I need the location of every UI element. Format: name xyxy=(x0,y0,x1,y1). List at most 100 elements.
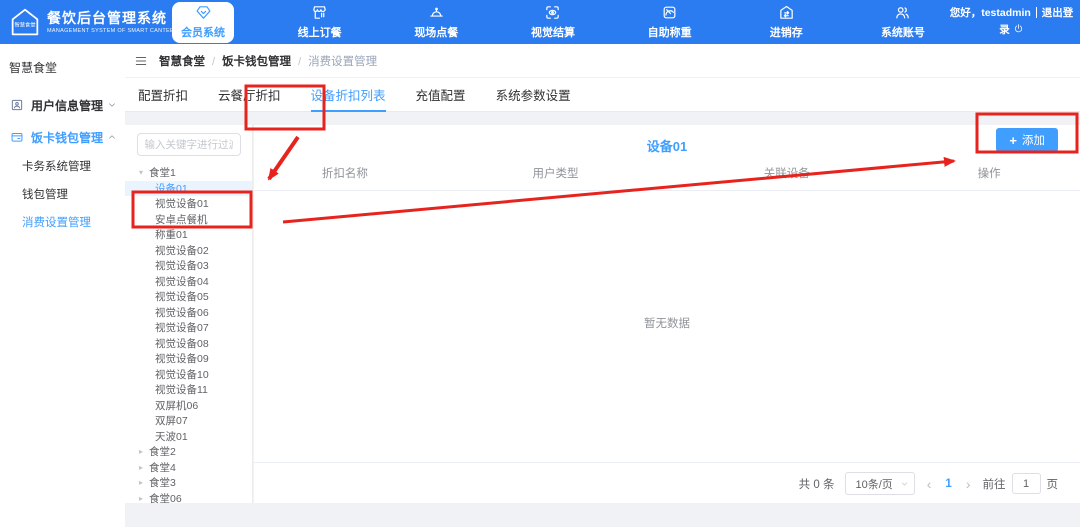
current-page-number[interactable]: 1 xyxy=(943,478,953,490)
nav-item-vision-checkout[interactable]: 视觉结算 xyxy=(522,0,584,44)
plus-icon: + xyxy=(1009,134,1017,147)
tab-config-discount[interactable]: 配置折扣 xyxy=(138,78,188,111)
nav-item-onsite-ordering[interactable]: 现场点餐 xyxy=(405,0,467,44)
tree-node[interactable]: ▸食堂4 xyxy=(125,460,252,476)
prev-page-button[interactable]: ‹ xyxy=(926,477,933,491)
chevron-down-icon xyxy=(900,479,909,488)
breadcrumb-bar: 智慧食堂 / 饭卡钱包管理 / 消费设置管理 xyxy=(125,44,1080,78)
caret-right-icon[interactable]: ▸ xyxy=(139,494,149,503)
tree-node[interactable]: 视觉设备06 xyxy=(125,305,252,321)
tree-node[interactable]: 称重01 xyxy=(125,227,252,243)
dining-icon xyxy=(428,4,445,21)
svg-text:智慧食堂: 智慧食堂 xyxy=(14,20,35,28)
tree-node[interactable]: 视觉设备09 xyxy=(125,351,252,367)
table-header-cell: 操作 xyxy=(898,165,1080,181)
main-panel: 设备01 + 添加 折扣名称用户类型关联设备操作 暂无数据 共 0 条 10条/… xyxy=(254,125,1080,503)
page-title: 设备01 xyxy=(254,136,1080,155)
account-icon xyxy=(894,4,911,21)
device-tree-panel: ▾食堂1 设备01 视觉设备01 安卓点餐机 称重01 视觉设备02 视觉设备0… xyxy=(125,125,253,503)
tree-node[interactable]: 视觉设备05 xyxy=(125,289,252,305)
tree-node[interactable]: ▸食堂2 xyxy=(125,444,252,460)
caret-down-icon[interactable]: ▾ xyxy=(139,168,149,177)
nav-item-member-system[interactable]: 会员系统 xyxy=(172,2,234,43)
user-info-icon xyxy=(10,98,24,112)
nav-item-system-account[interactable]: 系统账号 xyxy=(872,0,934,44)
tab-recharge-config[interactable]: 充值配置 xyxy=(416,78,466,111)
tree-filter-input[interactable] xyxy=(137,133,241,156)
goto-page-input[interactable] xyxy=(1012,473,1041,494)
caret-right-icon[interactable]: ▸ xyxy=(139,478,149,487)
tree-node[interactable]: 天波01 xyxy=(125,429,252,445)
tab-system-params[interactable]: 系统参数设置 xyxy=(496,78,571,111)
tree-node[interactable]: ▸食堂3 xyxy=(125,475,252,491)
table-header-row: 折扣名称用户类型关联设备操作 xyxy=(254,165,1080,191)
sidebar-menu: 用户信息管理 饭卡钱包管理 卡务系统管理钱包管理消费设置管理 xyxy=(0,89,125,237)
table-header-cell: 关联设备 xyxy=(675,165,898,181)
user-box: 您好，testadmin退出登录 xyxy=(948,5,1080,39)
pagination-total: 共 0 条 xyxy=(799,476,835,492)
empty-state-text: 暂无数据 xyxy=(254,315,1080,331)
goto-page: 前往 页 xyxy=(983,473,1059,494)
tree-node[interactable]: ▸食堂06 xyxy=(125,491,252,507)
wallet-icon xyxy=(10,130,24,144)
logout-power-icon xyxy=(1013,23,1024,34)
breadcrumb-separator: / xyxy=(212,56,215,68)
app-logo: 智慧食堂 餐饮后台管理系统 MANAGEMENT SYSTEM OF SMART… xyxy=(0,7,170,37)
tree-node[interactable]: 视觉设备07 xyxy=(125,320,252,336)
divider xyxy=(1036,7,1037,18)
vision-icon xyxy=(544,4,561,21)
tree-node[interactable]: 视觉设备11 xyxy=(125,382,252,398)
tree-node[interactable]: 视觉设备10 xyxy=(125,367,252,383)
tree-node[interactable]: 视觉设备03 xyxy=(125,258,252,274)
gem-icon xyxy=(195,4,212,21)
nav-item-inventory[interactable]: 进销存 xyxy=(755,0,817,44)
sidebar-group-user-info-management[interactable]: 用户信息管理 xyxy=(0,89,125,121)
tree-node[interactable]: 视觉设备04 xyxy=(125,274,252,290)
smart-canteen-logo-icon: 智慧食堂 xyxy=(10,7,40,37)
breadcrumb-item[interactable]: 饭卡钱包管理 xyxy=(222,56,291,68)
nav-item-self-weighing[interactable]: 自助称重 xyxy=(639,0,701,44)
tab-device-discount-list[interactable]: 设备折扣列表 xyxy=(311,78,386,111)
sidebar: 智慧食堂 用户信息管理 饭卡钱包管理 卡务系统管理钱包管理消费设置管理 xyxy=(0,44,125,527)
tree-node[interactable]: 视觉设备01 xyxy=(125,196,252,212)
tab-bar: 配置折扣云餐厅折扣设备折扣列表充值配置系统参数设置 xyxy=(125,78,1080,112)
scale-icon xyxy=(661,4,678,21)
store-icon xyxy=(311,4,328,21)
top-header: 智慧食堂 餐饮后台管理系统 MANAGEMENT SYSTEM OF SMART… xyxy=(0,0,1080,44)
tree-node[interactable]: 双屏07 xyxy=(125,413,252,429)
caret-right-icon[interactable]: ▸ xyxy=(139,447,149,456)
sidebar-group-card-wallet-management[interactable]: 饭卡钱包管理 xyxy=(0,121,125,153)
tree-node[interactable]: 视觉设备08 xyxy=(125,336,252,352)
sidebar-item-consumption-settings[interactable]: 消费设置管理 xyxy=(0,209,125,237)
breadcrumb-item[interactable]: 智慧食堂 xyxy=(159,56,205,68)
chevron-down-icon xyxy=(107,100,117,110)
warehouse-icon xyxy=(778,4,795,21)
sidebar-title: 智慧食堂 xyxy=(0,44,125,76)
caret-right-icon[interactable]: ▸ xyxy=(139,463,149,472)
tab-cloud-restaurant-discount[interactable]: 云餐厅折扣 xyxy=(218,78,281,111)
add-button[interactable]: + 添加 xyxy=(996,128,1058,152)
pagination: 共 0 条 10条/页 ‹ 1 › 前往 页 xyxy=(799,472,1058,495)
tree-node[interactable]: 视觉设备02 xyxy=(125,243,252,259)
top-nav: 会员系统 线上订餐 现场点餐 视觉结算 自助称重 进销存 系统账号 xyxy=(172,0,934,44)
device-tree: ▾食堂1 设备01 视觉设备01 安卓点餐机 称重01 视觉设备02 视觉设备0… xyxy=(125,165,252,506)
chevron-up-icon xyxy=(107,132,117,142)
table-header-cell: 折扣名称 xyxy=(254,165,436,181)
user-greeting: 您好，testadmin xyxy=(950,7,1031,19)
page-size-select[interactable]: 10条/页 xyxy=(845,472,914,495)
breadcrumb-separator: / xyxy=(298,56,301,68)
tree-node[interactable]: 设备01 xyxy=(125,181,252,197)
collapse-menu-icon[interactable] xyxy=(134,54,148,68)
sidebar-item-card-system-management[interactable]: 卡务系统管理 xyxy=(0,153,125,181)
breadcrumb: 智慧食堂 / 饭卡钱包管理 / 消费设置管理 xyxy=(159,52,377,70)
sidebar-item-wallet-management[interactable]: 钱包管理 xyxy=(0,181,125,209)
table-bottom-divider xyxy=(254,462,1080,463)
app-subtitle: MANAGEMENT SYSTEM OF SMART CANTEEN xyxy=(47,28,178,34)
breadcrumb-item: 消费设置管理 xyxy=(308,56,377,68)
tree-node[interactable]: 安卓点餐机 xyxy=(125,212,252,228)
tree-node[interactable]: 双屏机06 xyxy=(125,398,252,414)
nav-item-online-ordering[interactable]: 线上订餐 xyxy=(289,0,351,44)
table-header-cell: 用户类型 xyxy=(436,165,676,181)
next-page-button[interactable]: › xyxy=(965,477,972,491)
tree-node[interactable]: ▾食堂1 xyxy=(125,165,252,181)
